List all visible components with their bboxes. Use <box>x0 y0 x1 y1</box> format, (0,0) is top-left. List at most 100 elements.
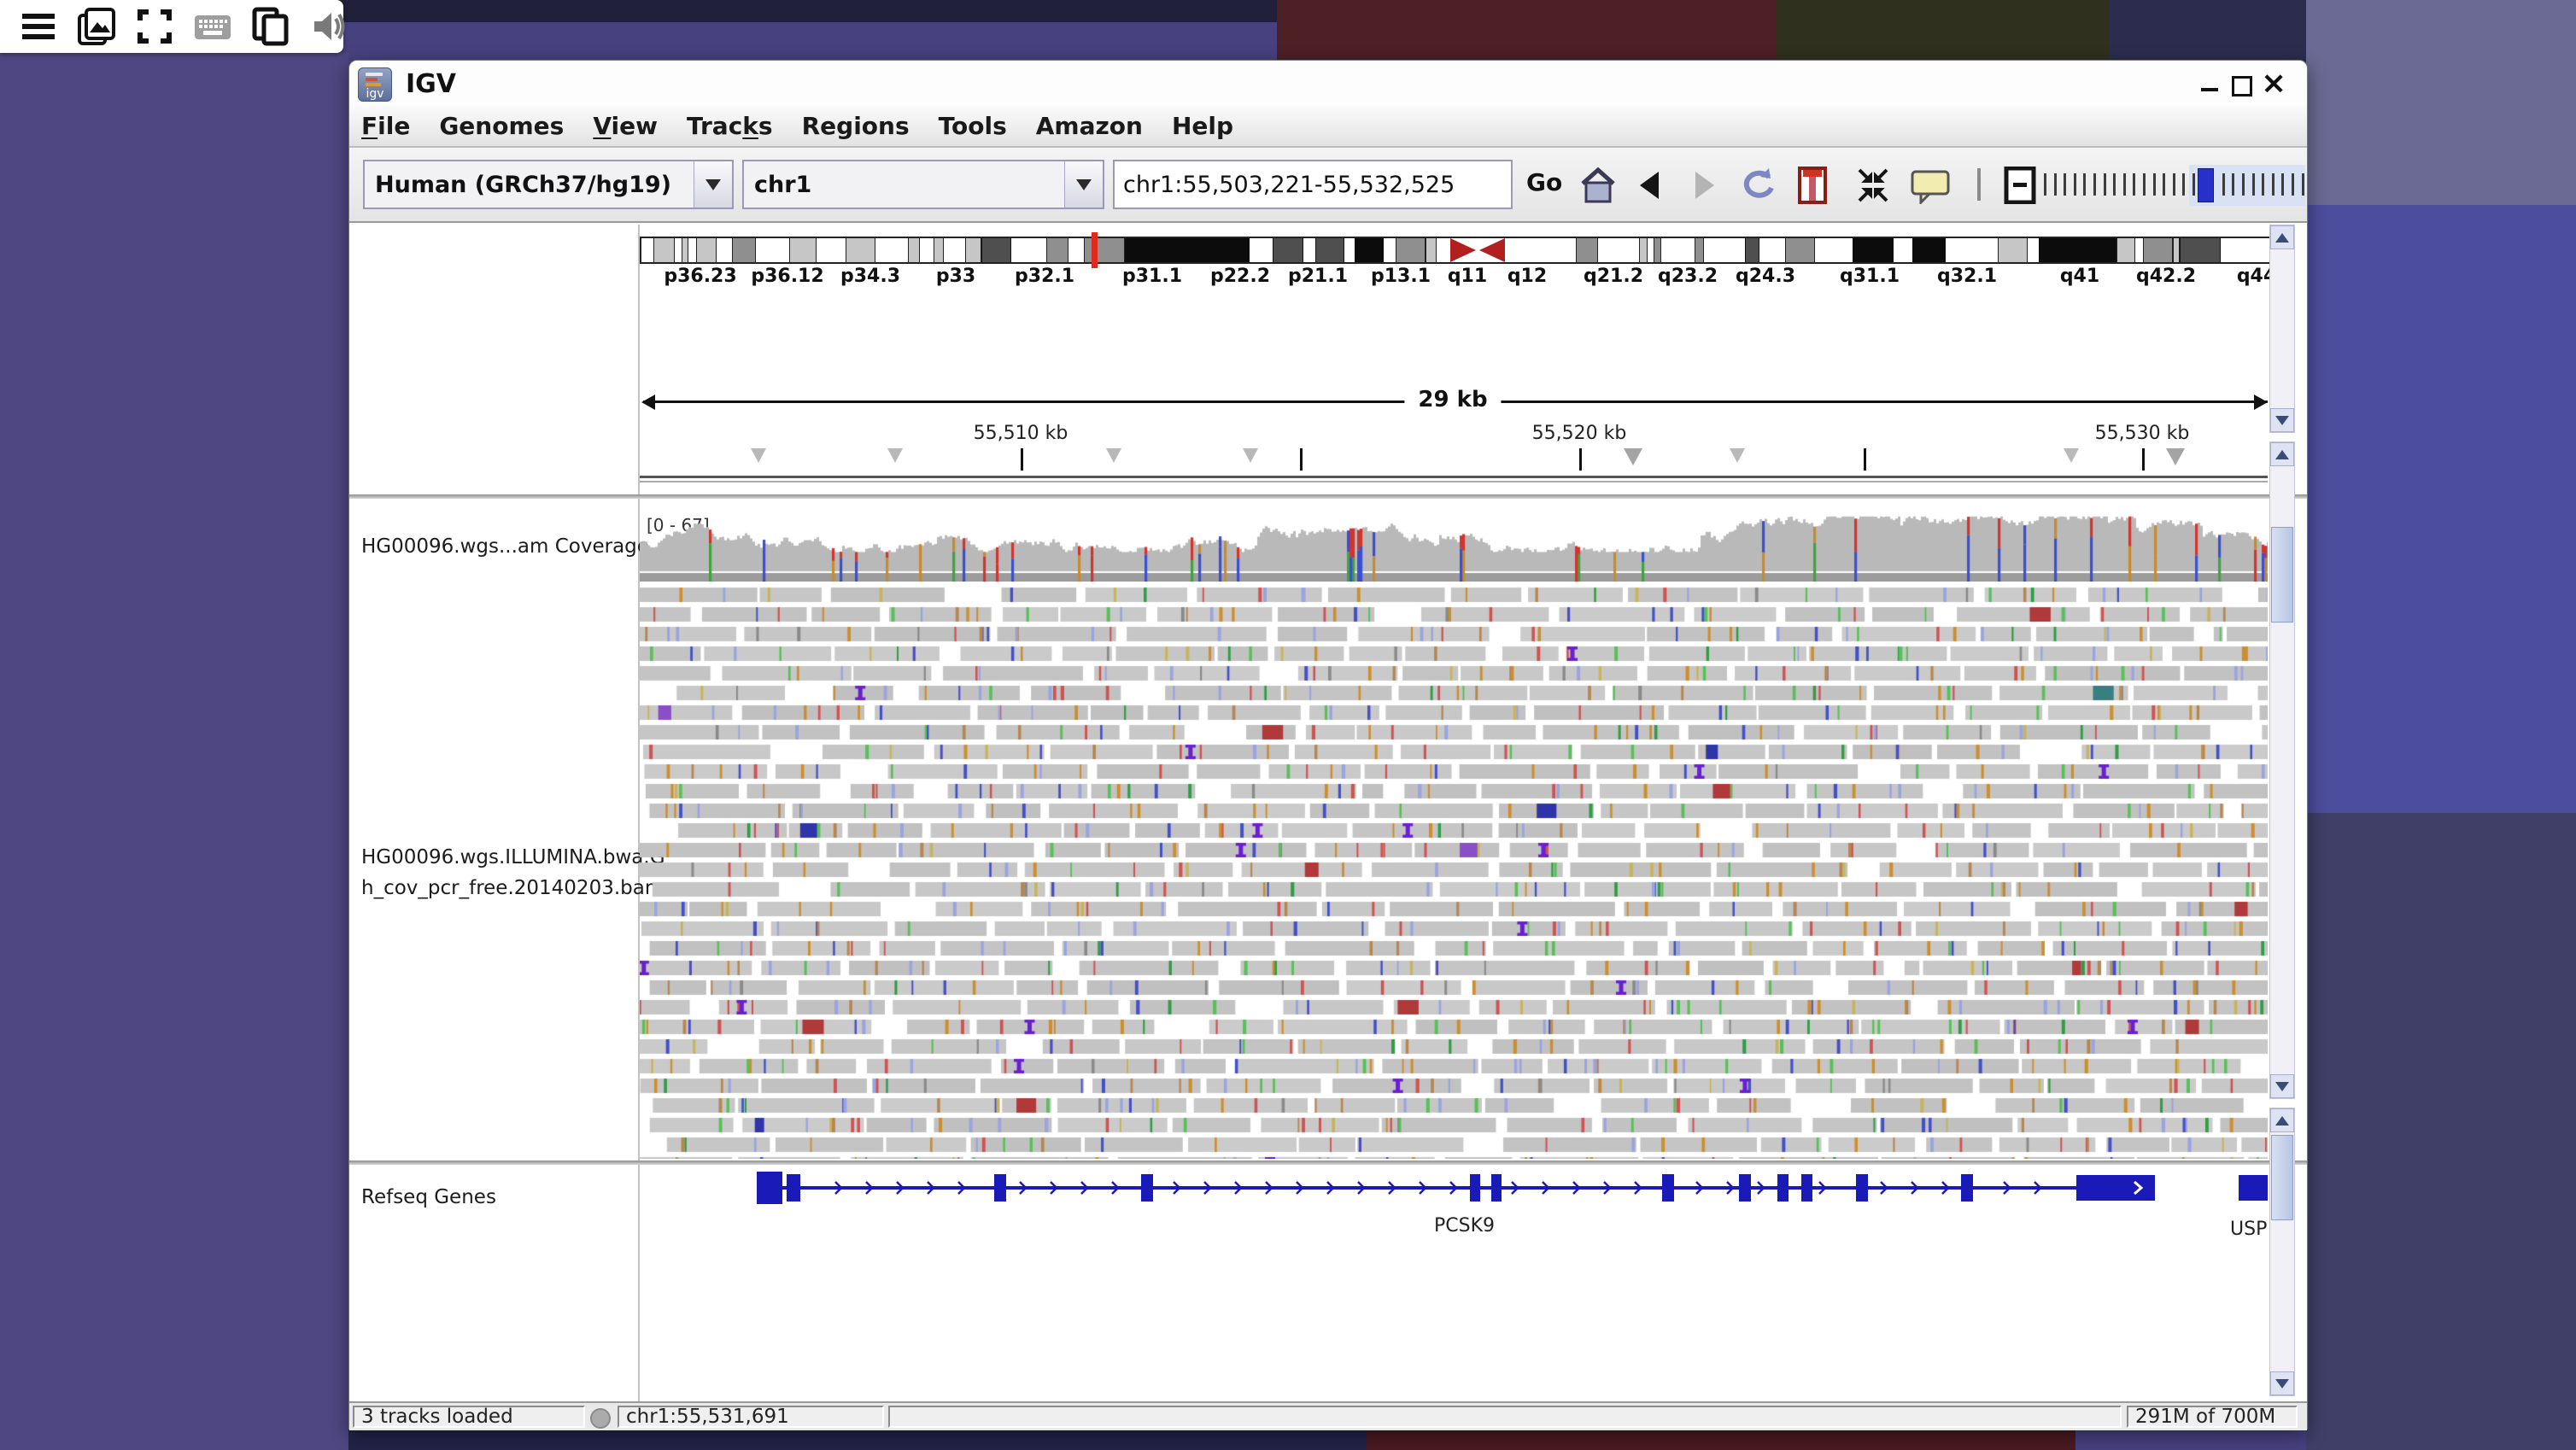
menu-item-file[interactable]: File <box>361 112 410 140</box>
scroll-down-icon <box>2275 1082 2289 1091</box>
zoom-slider-tick <box>2222 173 2225 196</box>
scrollbar-track-0[interactable] <box>2269 225 2295 433</box>
roi-marker-icon[interactable] <box>1106 448 1121 463</box>
cytoband-label-q42.2: q42.2 <box>2136 266 2196 287</box>
title-bar[interactable]: igv IGV × <box>349 61 2307 105</box>
menu-item-genomes[interactable]: Genomes <box>439 112 564 140</box>
zoom-slider-tick <box>2143 173 2146 196</box>
ruler-tick-label: 55,530 kb <box>2095 423 2190 444</box>
zoom-slider-tick <box>2083 173 2086 196</box>
chromosome-ideogram[interactable] <box>640 237 2271 264</box>
scroll-down-icon <box>2275 416 2289 425</box>
fit-to-window-icon[interactable] <box>1856 167 1890 204</box>
close-button[interactable]: × <box>2261 73 2283 95</box>
zoom-slider-tick <box>2123 173 2126 196</box>
region-tool-icon[interactable] <box>1798 167 1827 204</box>
zoom-slider-tick <box>2074 173 2076 196</box>
zoom-slider-tick <box>2193 173 2195 196</box>
scrollbar-down-button-0[interactable] <box>2270 408 2294 432</box>
zoom-slider-tick <box>2054 173 2057 196</box>
roi-marker-icon[interactable] <box>1730 448 1745 463</box>
scroll-up-icon <box>2275 450 2289 459</box>
roi-marker-icon[interactable] <box>751 448 766 463</box>
alignment-reads-canvas[interactable] <box>640 585 2268 1159</box>
cytoband-label-q11: q11 <box>1448 266 1487 287</box>
zoom-slider-tick <box>2113 173 2116 196</box>
zoom-slider-tick <box>2292 173 2294 196</box>
zoom-slider-tick <box>2064 173 2066 196</box>
cytoband-label-p36.12: p36.12 <box>751 266 823 287</box>
scrollbar-up-button-1[interactable] <box>2270 442 2294 466</box>
scrollbar-up-button-0[interactable] <box>2270 225 2294 249</box>
scrollbar-thumb-1[interactable] <box>2271 527 2293 623</box>
desktop-background-patch <box>2306 0 2576 205</box>
status-memory: 291M of 700M <box>2127 1406 2298 1428</box>
zoom-slider-thumb[interactable] <box>2198 168 2214 202</box>
menu-item-amazon[interactable]: Amazon <box>1036 112 1143 140</box>
menu-icon[interactable] <box>19 7 58 46</box>
ruler-tick-label: 55,510 kb <box>974 423 1068 444</box>
display-icon[interactable] <box>77 7 116 46</box>
ruler-tick <box>1864 448 1866 471</box>
refresh-icon[interactable] <box>1736 167 1781 204</box>
status-tracks-loaded: 3 tracks loaded <box>353 1406 585 1428</box>
cytoband-label-p21.1: p21.1 <box>1288 266 1348 287</box>
menu-bar: File Genomes View Tracks Regions Tools Amazon H… <box>349 105 2307 148</box>
scrollbar-thumb-2[interactable] <box>2271 1135 2293 1220</box>
alignment-track-label-line2[interactable]: h_cov_pcr_free.20140203.bam <box>361 877 664 899</box>
cytoband-label-p34.3: p34.3 <box>840 266 900 287</box>
genome-select-arrow[interactable] <box>694 161 732 208</box>
menu-item-tools[interactable]: Tools <box>939 112 1007 140</box>
chromosome-select-arrow[interactable] <box>1064 161 1103 208</box>
genome-select-value: Human (GRCh37/hg19) <box>365 172 694 198</box>
roi-marker-icon[interactable] <box>1243 448 1258 463</box>
menu-item-view[interactable]: View <box>593 112 658 140</box>
gene-label-pcsk9[interactable]: PCSK9 <box>1434 1215 1495 1237</box>
genome-select[interactable]: Human (GRCh37/hg19) <box>363 160 734 209</box>
cytoband-label-p13.1: p13.1 <box>1371 266 1431 287</box>
coverage-track-label[interactable]: HG00096.wgs...am Coverage <box>361 535 649 558</box>
menu-item-tracks[interactable]: Tracks <box>687 112 773 140</box>
minimize-button[interactable] <box>2199 73 2222 95</box>
zoom-slider-tick <box>2104 173 2106 196</box>
scrollbar-down-button-1[interactable] <box>2270 1074 2294 1098</box>
tooltip-toggle-icon[interactable] <box>1909 167 1953 204</box>
zoom-out-icon[interactable] <box>2003 167 2040 204</box>
locus-input[interactable] <box>1113 160 1513 209</box>
fullscreen-icon[interactable] <box>135 7 174 46</box>
roi-marker-icon[interactable] <box>2064 448 2079 463</box>
view-position-marker <box>1092 232 1098 268</box>
alignment-track-label-line1[interactable]: HG00096.wgs.ILLUMINA.bwa.G <box>361 846 665 868</box>
zoom-slider-tick <box>2262 173 2264 196</box>
ruler-tick-label: 55,520 kb <box>1532 423 1627 444</box>
ruler-span-label: 29 kb <box>1404 387 1501 412</box>
refseq-track-label[interactable]: Refseq Genes <box>361 1186 496 1208</box>
clipboard-icon[interactable] <box>251 7 290 46</box>
coverage-track-canvas[interactable] <box>640 513 2268 582</box>
scrollbar-down-button-2[interactable] <box>2270 1371 2294 1395</box>
zoom-slider-tick <box>2173 173 2175 196</box>
forward-icon[interactable] <box>1690 167 1719 204</box>
ruler-left-arrowhead <box>641 395 655 410</box>
go-button[interactable]: Go <box>1526 168 1562 196</box>
roi-marker-icon[interactable] <box>1624 448 1642 465</box>
audio-icon[interactable] <box>309 7 348 46</box>
igv-window: igv IGV × File Genomes View Tracks Regions To… <box>348 60 2308 1430</box>
back-icon[interactable] <box>1635 167 1664 204</box>
keyboard-icon[interactable] <box>193 7 232 46</box>
desktop-background-patch <box>348 1428 1367 1450</box>
panel-splitter-2[interactable] <box>349 1161 2307 1165</box>
roi-marker-icon[interactable] <box>2166 448 2185 465</box>
status-message <box>888 1406 2122 1428</box>
toolbar-separator <box>1977 168 1981 201</box>
maximize-button[interactable] <box>2230 73 2252 95</box>
menu-item-help[interactable]: Help <box>1172 112 1233 140</box>
panel-splitter-1[interactable] <box>349 494 2307 499</box>
chromosome-select[interactable]: chr1 <box>742 160 1104 209</box>
cytoband-strip <box>1505 238 2269 262</box>
home-icon[interactable] <box>1576 167 1620 204</box>
menu-item-regions[interactable]: Regions <box>802 112 910 140</box>
gene-label-usp2[interactable]: USP2 <box>2230 1219 2268 1240</box>
roi-marker-icon[interactable] <box>887 448 903 463</box>
scrollbar-up-button-2[interactable] <box>2270 1108 2294 1132</box>
